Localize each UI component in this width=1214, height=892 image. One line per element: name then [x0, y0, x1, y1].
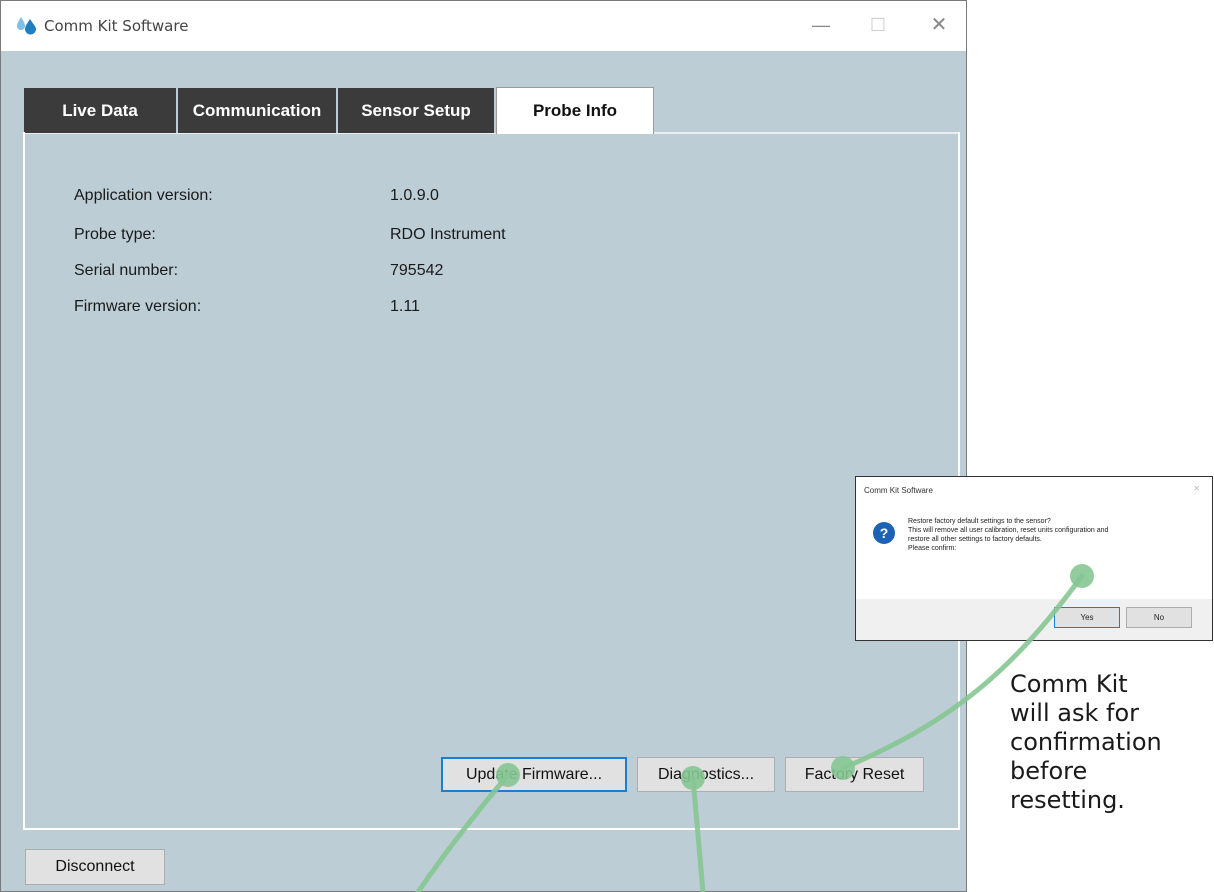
factory-reset-button[interactable]: Factory Reset [785, 757, 924, 792]
tab-probe-info[interactable]: Probe Info [496, 87, 654, 134]
application-version-label: Application version: [74, 187, 213, 204]
app-window: Comm Kit Software — ☐ ✕ Live Data Commun… [0, 0, 967, 892]
dialog-footer: Yes No [856, 599, 1212, 640]
question-icon: ? [873, 522, 895, 544]
disconnect-button[interactable]: Disconnect [25, 849, 165, 885]
title-bar: Comm Kit Software — ☐ ✕ [1, 1, 966, 51]
dialog-message-line: This will remove all user calibration, r… [908, 527, 1109, 534]
dialog-message-line: restore all other settings to factory de… [908, 536, 1042, 543]
callout-line: Comm Kit [1010, 670, 1128, 698]
tab-communication[interactable]: Communication [178, 88, 338, 133]
dialog-message-line: Please confirm: [908, 545, 957, 552]
maximize-button[interactable]: ☐ [858, 11, 898, 39]
dialog-message: Restore factory default settings to the … [908, 517, 1108, 553]
serial-number-value: 795542 [390, 262, 444, 279]
callout-line: confirmation [1010, 728, 1162, 756]
dialog-yes-button[interactable]: Yes [1054, 607, 1120, 628]
dialog-message-line: Restore factory default settings to the … [908, 518, 1051, 525]
serial-number-label: Serial number: [74, 262, 179, 279]
close-button[interactable]: ✕ [919, 11, 959, 39]
tab-live-data[interactable]: Live Data [24, 88, 178, 133]
minimize-button[interactable]: — [801, 11, 841, 39]
update-firmware-button[interactable]: Update Firmware... [441, 757, 627, 792]
tab-sensor-setup[interactable]: Sensor Setup [338, 88, 496, 133]
application-version-value: 1.0.9.0 [390, 187, 439, 204]
dialog-no-button[interactable]: No [1126, 607, 1192, 628]
callout-line: before [1010, 757, 1088, 785]
dialog-title: Comm Kit Software [864, 486, 933, 495]
dialog-close-icon[interactable]: ✕ [1193, 484, 1200, 493]
probe-type-label: Probe type: [74, 226, 156, 243]
confirm-dialog: Comm Kit Software ✕ ? Restore factory de… [855, 476, 1213, 641]
callout-text: Comm Kit will ask for confirmation befor… [1010, 670, 1210, 815]
callout-line: will ask for [1010, 699, 1139, 727]
window-title: Comm Kit Software [44, 17, 189, 35]
probe-type-value: RDO Instrument [390, 226, 506, 243]
callout-line: resetting. [1010, 786, 1125, 814]
diagnostics-button[interactable]: Diagnostics... [637, 757, 775, 792]
water-drop-icon [17, 17, 36, 35]
firmware-version-label: Firmware version: [74, 298, 202, 315]
firmware-version-value: 1.11 [390, 298, 420, 315]
